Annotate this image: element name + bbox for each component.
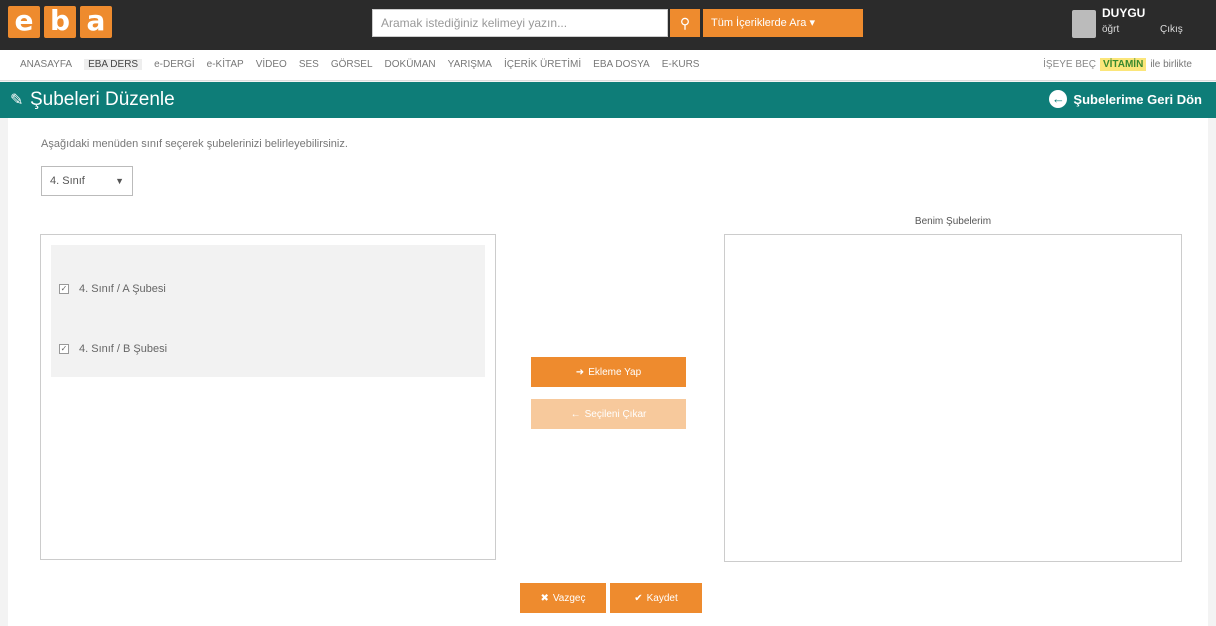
nav-right-label[interactable]: İŞEYE BEÇ — [1043, 59, 1096, 70]
eba-logo[interactable]: e b a — [8, 6, 112, 38]
available-branches-panel: ✓ 4. Sınıf / A Şubesi ✓ 4. Sınıf / B Şub… — [40, 234, 496, 560]
logo-letter-b: b — [44, 6, 76, 38]
nav-item[interactable]: VİDEO — [256, 59, 287, 70]
checkbox[interactable]: ✓ — [59, 284, 69, 294]
vitamin-logo[interactable]: VİTAMİN — [1099, 58, 1147, 71]
branch-label: 4. Sınıf / B Şubesi — [79, 343, 168, 355]
branch-list: ✓ 4. Sınıf / A Şubesi ✓ 4. Sınıf / B Şub… — [51, 245, 485, 377]
edit-icon: ✎ — [10, 92, 24, 109]
chevron-down-icon: ▾ — [809, 17, 815, 29]
search-button[interactable]: ⚲ — [670, 9, 700, 37]
search-input[interactable]: Aramak istediğiniz kelimeyi yazın... — [372, 9, 668, 37]
nav-item[interactable]: SES — [299, 59, 319, 70]
caret-down-icon: ▼ — [115, 176, 124, 186]
back-to-branches-link[interactable]: ← Şubelerime Geri Dön — [1049, 90, 1202, 108]
avatar[interactable] — [1072, 10, 1096, 38]
arrow-left-icon: ← — [1049, 90, 1068, 108]
nav-item[interactable]: EBA DERS — [84, 59, 143, 70]
remove-button-label: Seçileni Çıkar — [584, 408, 647, 420]
checkbox[interactable]: ✓ — [59, 344, 69, 354]
nav-links: ANASAYFA EBA DERS e-DERGİ e-KİTAP VİDEO SES GÖ… — [20, 59, 699, 70]
nav-item[interactable]: e-KİTAP — [207, 59, 244, 70]
nav-item[interactable]: E-KURS — [662, 59, 700, 70]
class-select-value: 4. Sınıf — [50, 175, 85, 187]
save-button[interactable]: ✔ Kaydet — [610, 583, 702, 613]
save-button-label: Kaydet — [646, 592, 678, 604]
list-item[interactable]: ✓ 4. Sınıf / B Şubesi — [59, 343, 167, 355]
list-item[interactable]: ✓ 4. Sınıf / A Şubesi — [59, 283, 166, 295]
search-icon: ⚲ — [679, 15, 691, 31]
arrow-left-icon: ← — [570, 408, 581, 420]
logout-link[interactable]: Çıkış — [1160, 24, 1183, 35]
nav-item[interactable]: ANASAYFA — [20, 59, 72, 70]
search-scope-label: Tüm İçeriklerde Ara — [711, 17, 807, 29]
nav-item[interactable]: İÇERİK ÜRETİMİ — [504, 59, 581, 70]
main-nav: ANASAYFA EBA DERS e-DERGİ e-KİTAP VİDEO SES GÖ… — [0, 50, 1216, 81]
my-branches-title: Benim Şubelerim — [914, 216, 992, 227]
my-branches-panel — [724, 234, 1182, 562]
back-link-label: Şubelerime Geri Dön — [1073, 91, 1202, 107]
nav-item[interactable]: e-DERGİ — [154, 59, 195, 70]
main-content: Aşağıdaki menüden sınıf seçerek şubeleri… — [8, 118, 1208, 626]
check-circle-icon: ✔ — [634, 592, 643, 604]
vitamin-sub: ile birlikte — [1150, 59, 1192, 70]
add-branch-button[interactable]: ➜ Ekleme Yap — [531, 357, 686, 387]
class-select[interactable]: 4. Sınıf ▼ — [41, 166, 133, 196]
cancel-button-label: Vazgeç — [552, 592, 586, 604]
nav-item[interactable]: EBA DOSYA — [593, 59, 650, 70]
remove-branch-button[interactable]: ← Seçileni Çıkar — [531, 399, 686, 429]
nav-right: İŞEYE BEÇ VİTAMİN ile birlikte — [1043, 58, 1192, 71]
branch-label: 4. Sınıf / A Şubesi — [79, 283, 166, 295]
user-name: DUYGU — [1102, 6, 1146, 20]
search-scope-dropdown[interactable]: Tüm İçeriklerde Ara ▾ — [703, 9, 863, 37]
instruction-text: Aşağıdaki menüden sınıf seçerek şubeleri… — [41, 138, 348, 150]
nav-item[interactable]: YARIŞMA — [448, 59, 492, 70]
nav-item[interactable]: GÖRSEL — [331, 59, 373, 70]
close-icon: ✖ — [540, 592, 549, 604]
arrow-right-icon: ➜ — [575, 366, 585, 378]
nav-item[interactable]: DOKÜMAN — [385, 59, 436, 70]
logo-letter-e: e — [8, 6, 40, 38]
user-role: öğrt — [1102, 24, 1120, 35]
top-bar: e b a Aramak istediğiniz kelimeyi yazın.… — [0, 0, 1216, 50]
page-title: Şubeleri Düzenle — [30, 89, 175, 110]
add-button-label: Ekleme Yap — [588, 366, 642, 378]
cancel-button[interactable]: ✖ Vazgeç — [520, 583, 606, 613]
page-header: ✎ Şubeleri Düzenle ← Şubelerime Geri Dön — [0, 82, 1216, 118]
logo-letter-a: a — [80, 6, 112, 38]
